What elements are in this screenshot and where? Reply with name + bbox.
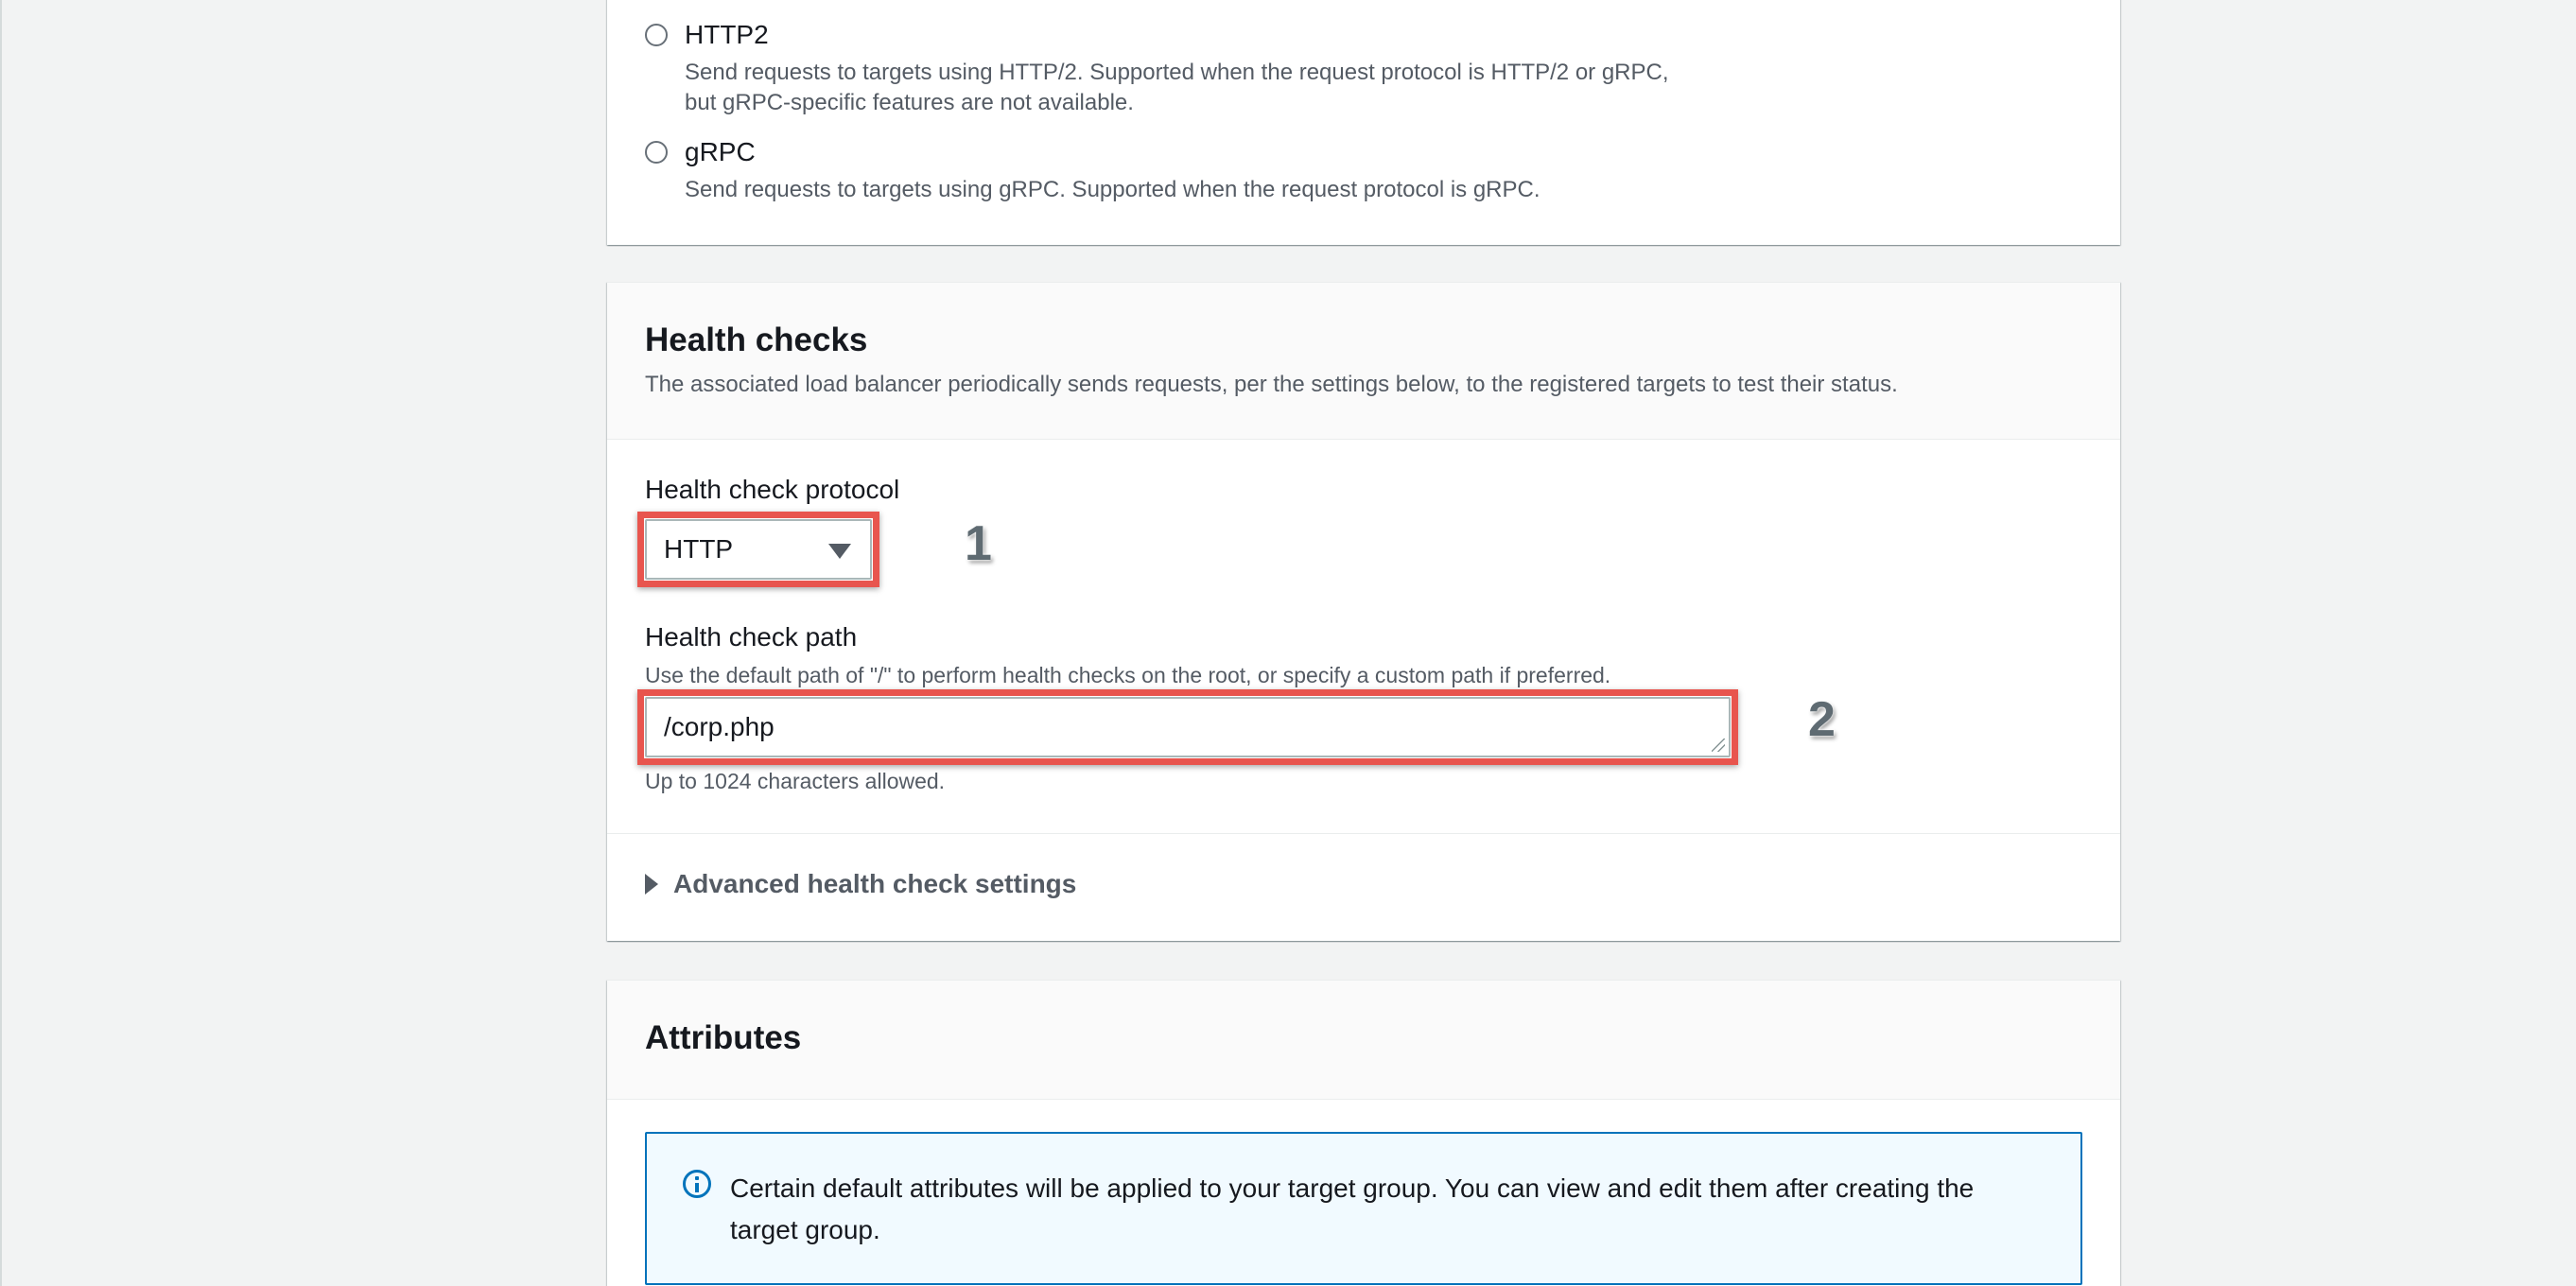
section-divider — [607, 833, 2120, 834]
page: HTTP2 Send requests to targets using HTT… — [0, 0, 2576, 1286]
radio-label-grpc: gRPC — [685, 137, 756, 166]
radio-option-grpc[interactable]: gRPC Send requests to targets using gRPC… — [645, 135, 1725, 205]
health-check-path-field: Health check path Use the default path o… — [645, 621, 1610, 689]
health-check-path-hint: Up to 1024 characters allowed. — [645, 769, 946, 793]
info-alert: Certain default attributes will be appli… — [645, 1132, 2082, 1285]
attributes-header: Attributes — [607, 981, 2120, 1100]
health-check-path-description: Use the default path of "/" to perform h… — [645, 663, 1611, 687]
protocol-version-panel: HTTP2 Send requests to targets using HTT… — [607, 0, 2120, 245]
info-icon — [683, 1170, 711, 1198]
info-alert-text: Certain default attributes will be appli… — [730, 1173, 1975, 1244]
annotation-step-2: 2 — [1808, 692, 1836, 747]
annotation-step-1: 1 — [965, 516, 992, 571]
radio-description-http2: Send requests to targets using HTTP/2. S… — [685, 60, 1669, 115]
attributes-panel: Attributes Certain default attributes wi… — [607, 980, 2120, 1286]
health-check-protocol-field: Health check protocol — [645, 474, 899, 506]
advanced-health-check-settings-label: Advanced health check settings — [673, 869, 1077, 898]
advanced-health-check-settings-toggle[interactable]: Advanced health check settings — [645, 869, 1076, 899]
radio-description-grpc: Send requests to targets using gRPC. Sup… — [685, 177, 1540, 202]
health-checks-panel: Health checks The associated load balanc… — [607, 282, 2120, 941]
annotation-highlight-1 — [637, 512, 879, 587]
health-check-path-label: Health check path — [645, 622, 858, 652]
health-check-protocol-label: Health check protocol — [645, 475, 900, 504]
radio-label-http2: HTTP2 — [685, 20, 769, 49]
annotation-highlight-2 — [637, 689, 1738, 765]
radio-button-grpc[interactable] — [645, 141, 668, 164]
radio-button-http2[interactable] — [645, 24, 668, 46]
health-checks-description: The associated load balancer periodicall… — [645, 372, 1898, 397]
caret-right-icon — [645, 874, 658, 895]
health-checks-title: Health checks — [645, 322, 868, 358]
health-checks-header: Health checks The associated load balanc… — [607, 283, 2120, 440]
attributes-title: Attributes — [645, 1019, 802, 1056]
left-edge-divider — [0, 0, 2, 1286]
radio-option-http2[interactable]: HTTP2 Send requests to targets using HTT… — [645, 18, 1725, 118]
